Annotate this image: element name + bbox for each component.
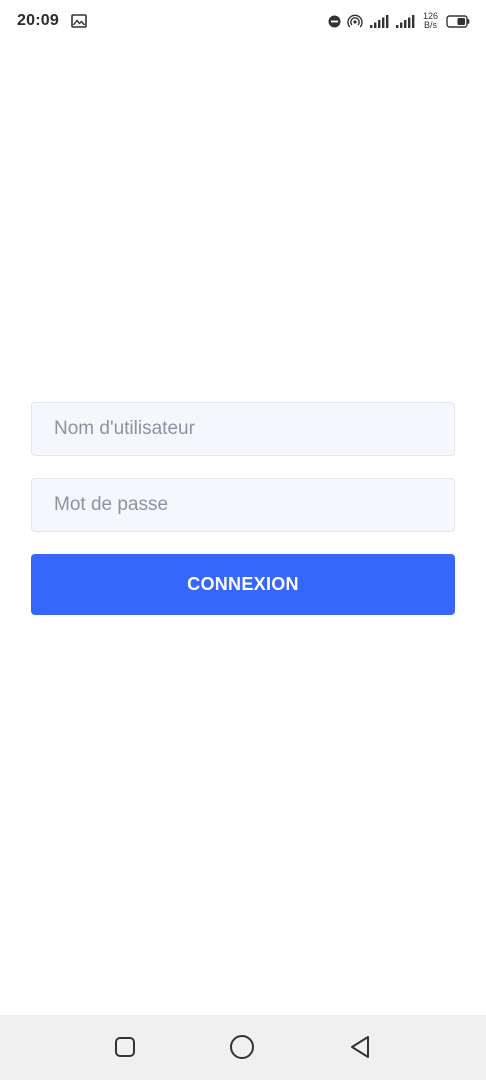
battery-icon	[446, 14, 470, 28]
status-right: 126 B/s	[328, 12, 470, 30]
login-form: CONNEXION	[31, 402, 455, 615]
clock: 20:09	[17, 12, 59, 29]
back-button[interactable]	[330, 1017, 390, 1077]
hotspot-icon	[347, 14, 363, 28]
status-left: 20:09	[17, 12, 87, 30]
navigation-bar	[0, 1015, 486, 1080]
recents-icon	[114, 1036, 136, 1058]
signal-icon	[395, 13, 415, 29]
do-not-disturb-icon	[328, 15, 341, 28]
gallery-icon	[71, 14, 87, 28]
back-icon	[348, 1034, 372, 1060]
home-icon	[229, 1034, 255, 1060]
username-input[interactable]	[31, 402, 455, 456]
network-speed-unit: B/s	[423, 20, 437, 30]
signal-icon	[369, 13, 389, 29]
password-input[interactable]	[31, 478, 455, 532]
login-screen: 20:09 126 B/s Nom d'utilisateur CONNEXIO…	[0, 0, 486, 1080]
network-speed: 126 B/s	[423, 12, 438, 30]
recents-button[interactable]	[95, 1017, 155, 1077]
login-button[interactable]: CONNEXION	[31, 554, 455, 615]
status-bar: 20:09 126 B/s	[0, 0, 486, 42]
home-button[interactable]	[212, 1017, 272, 1077]
